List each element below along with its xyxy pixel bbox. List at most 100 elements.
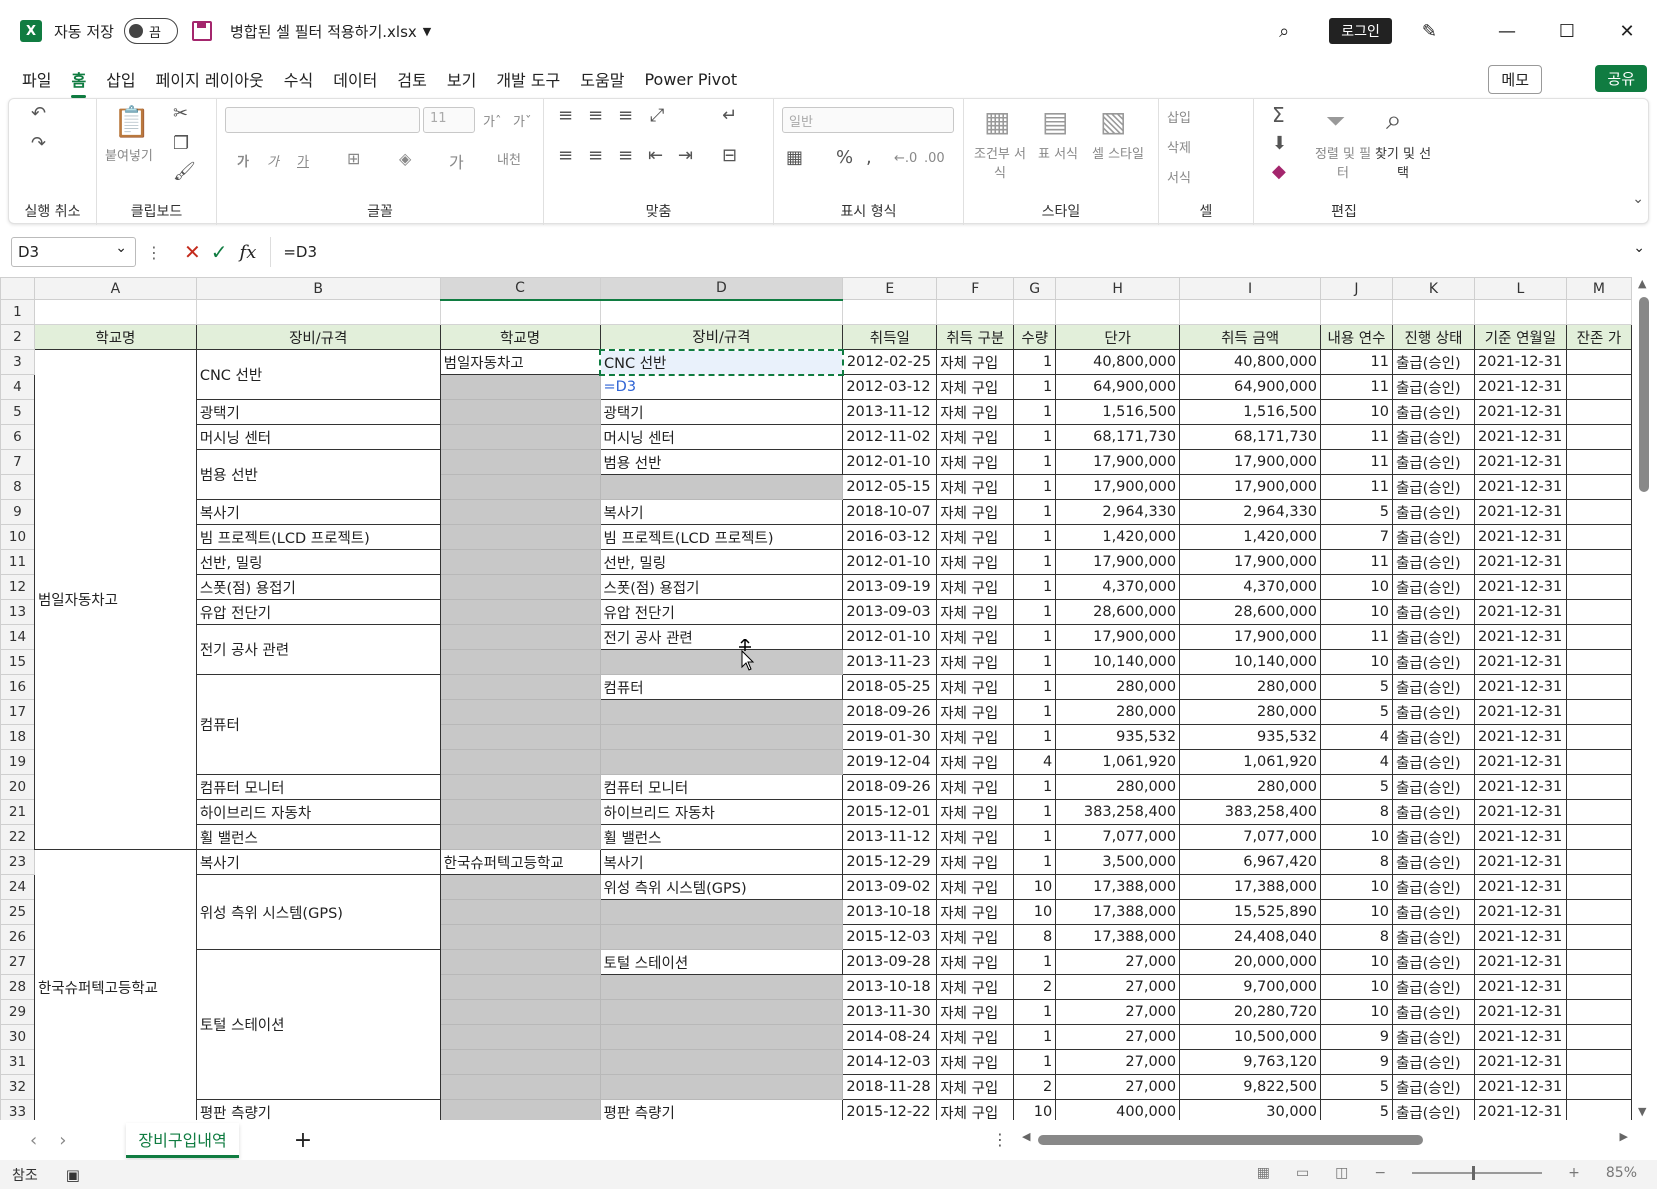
- unit-price-cell[interactable]: 935,532: [1055, 724, 1181, 750]
- row-header[interactable]: 10: [0, 524, 35, 550]
- cell[interactable]: [1565, 399, 1632, 425]
- gray-cell[interactable]: [439, 999, 601, 1025]
- header-j[interactable]: 내용 연수: [1320, 324, 1393, 350]
- gray-cell[interactable]: [439, 974, 601, 1000]
- years-cell[interactable]: 11: [1320, 624, 1393, 650]
- qty-cell[interactable]: 1: [1013, 374, 1057, 400]
- number-format-select[interactable]: 일반: [782, 107, 954, 133]
- redo-icon[interactable]: ↷: [31, 133, 46, 154]
- align-top-icon[interactable]: ≡: [558, 105, 573, 126]
- status-cell[interactable]: 출급(승인): [1391, 599, 1475, 625]
- unit-price-cell[interactable]: 1,061,920: [1055, 749, 1181, 775]
- equipment-value-cell[interactable]: 스폿(점) 용접기: [599, 574, 844, 600]
- insert-function-icon[interactable]: fx: [240, 242, 257, 263]
- gray-cell[interactable]: [439, 524, 601, 550]
- qty-cell[interactable]: 10: [1013, 1099, 1057, 1120]
- type-cell[interactable]: 자체 구입: [936, 774, 1015, 800]
- status-cell[interactable]: 출급(승인): [1391, 824, 1475, 850]
- status-cell[interactable]: 출급(승인): [1391, 974, 1475, 1000]
- gray-cell[interactable]: [599, 899, 844, 925]
- years-cell[interactable]: 10: [1320, 599, 1393, 625]
- align-left-icon[interactable]: ≡: [558, 145, 573, 166]
- amount-cell[interactable]: 9,822,500: [1179, 1074, 1322, 1100]
- amount-cell[interactable]: 9,700,000: [1179, 974, 1322, 1000]
- copy-icon[interactable]: ❐: [173, 133, 189, 154]
- merged-equipment-cell[interactable]: 선반, 밀링: [195, 549, 441, 575]
- status-cell[interactable]: 출급(승인): [1391, 999, 1475, 1025]
- type-cell[interactable]: 자체 구입: [936, 524, 1015, 550]
- amount-cell[interactable]: 9,763,120: [1179, 1049, 1322, 1075]
- header-g[interactable]: 수량: [1013, 324, 1057, 350]
- qty-cell[interactable]: 1: [1013, 799, 1057, 825]
- gray-cell[interactable]: [439, 1074, 601, 1100]
- cell[interactable]: [1055, 299, 1181, 325]
- gray-cell[interactable]: [439, 1024, 601, 1050]
- login-button[interactable]: 로그인: [1329, 18, 1392, 44]
- formula-cell-d4[interactable]: =D3: [599, 374, 844, 400]
- cell[interactable]: [1565, 499, 1632, 525]
- merged-school-cell[interactable]: 범일자동차고: [33, 349, 197, 850]
- column-header-B[interactable]: B: [195, 277, 441, 300]
- minimize-button[interactable]: —: [1477, 21, 1537, 42]
- qty-cell[interactable]: 1: [1013, 774, 1057, 800]
- years-cell[interactable]: 10: [1320, 399, 1393, 425]
- vertical-scroll-thumb[interactable]: [1639, 297, 1649, 492]
- cell[interactable]: [1565, 649, 1632, 675]
- row-header[interactable]: 4: [0, 374, 35, 400]
- gray-cell[interactable]: [599, 649, 844, 675]
- amount-cell[interactable]: 68,171,730: [1179, 424, 1322, 450]
- file-name[interactable]: 병합된 셀 필터 적용하기.xlsx: [230, 21, 417, 42]
- cell[interactable]: [1565, 999, 1632, 1025]
- unit-price-cell[interactable]: 27,000: [1055, 999, 1181, 1025]
- status-cell[interactable]: 출급(승인): [1391, 874, 1475, 900]
- years-cell[interactable]: 11: [1320, 349, 1393, 375]
- date-cell[interactable]: 2013-09-02: [842, 874, 938, 900]
- header-k[interactable]: 진행 상태: [1391, 324, 1475, 350]
- wrap-text-icon[interactable]: ↵: [722, 105, 737, 126]
- sheet-tab-active[interactable]: 장비구입내역: [126, 1122, 239, 1158]
- date-cell[interactable]: 2013-09-28: [842, 949, 938, 975]
- date-cell[interactable]: 2013-10-18: [842, 899, 938, 925]
- selected-cell-d3[interactable]: CNC 선반: [599, 348, 844, 376]
- delete-cells[interactable]: 삭제: [1167, 137, 1191, 156]
- amount-cell[interactable]: 10,140,000: [1179, 649, 1322, 675]
- amount-cell[interactable]: 1,516,500: [1179, 399, 1322, 425]
- sheet-options-icon[interactable]: ⋮: [992, 1130, 1008, 1149]
- status-cell[interactable]: 출급(승인): [1391, 1099, 1475, 1120]
- years-cell[interactable]: 7: [1320, 524, 1393, 550]
- years-cell[interactable]: 10: [1320, 874, 1393, 900]
- amount-cell[interactable]: 935,532: [1179, 724, 1322, 750]
- gray-cell[interactable]: [439, 674, 601, 700]
- gray-cell[interactable]: [599, 724, 844, 750]
- table-format-icon[interactable]: ▤: [1042, 105, 1068, 138]
- type-cell[interactable]: 자체 구입: [936, 349, 1015, 375]
- years-cell[interactable]: 5: [1320, 674, 1393, 700]
- cell[interactable]: [1565, 449, 1632, 475]
- merged-equipment-cell[interactable]: CNC 선반: [195, 349, 441, 400]
- row-header[interactable]: 23: [0, 849, 35, 875]
- years-cell[interactable]: 9: [1320, 1024, 1393, 1050]
- cell[interactable]: [1565, 424, 1632, 450]
- tab-4[interactable]: 수식: [284, 67, 313, 91]
- qty-cell[interactable]: 4: [1013, 749, 1057, 775]
- date-cell[interactable]: 2016-03-12: [842, 524, 938, 550]
- merged-equipment-cell[interactable]: 광택기: [195, 399, 441, 425]
- gray-cell[interactable]: [439, 474, 601, 500]
- school-value-cell[interactable]: 한국슈퍼텍고등학교: [439, 849, 601, 875]
- type-cell[interactable]: 자체 구입: [936, 849, 1015, 875]
- merged-equipment-cell[interactable]: 빔 프로젝트(LCD 프로젝트): [195, 524, 441, 550]
- header-h[interactable]: 단가: [1055, 324, 1181, 350]
- unit-price-cell[interactable]: 280,000: [1055, 699, 1181, 725]
- equipment-value-cell[interactable]: 광택기: [599, 399, 844, 425]
- amount-cell[interactable]: 280,000: [1179, 699, 1322, 725]
- status-cell[interactable]: 출급(승인): [1391, 399, 1475, 425]
- gray-cell[interactable]: [599, 999, 844, 1025]
- cell[interactable]: [1565, 299, 1632, 325]
- base-date-cell[interactable]: 2021-12-31: [1473, 874, 1567, 900]
- pen-icon[interactable]: ✎: [1422, 21, 1437, 42]
- header-f[interactable]: 취득 구분: [936, 324, 1015, 350]
- status-cell[interactable]: 출급(승인): [1391, 924, 1475, 950]
- header-e[interactable]: 취득일: [842, 324, 938, 350]
- type-cell[interactable]: 자체 구입: [936, 624, 1015, 650]
- date-cell[interactable]: 2012-11-02: [842, 424, 938, 450]
